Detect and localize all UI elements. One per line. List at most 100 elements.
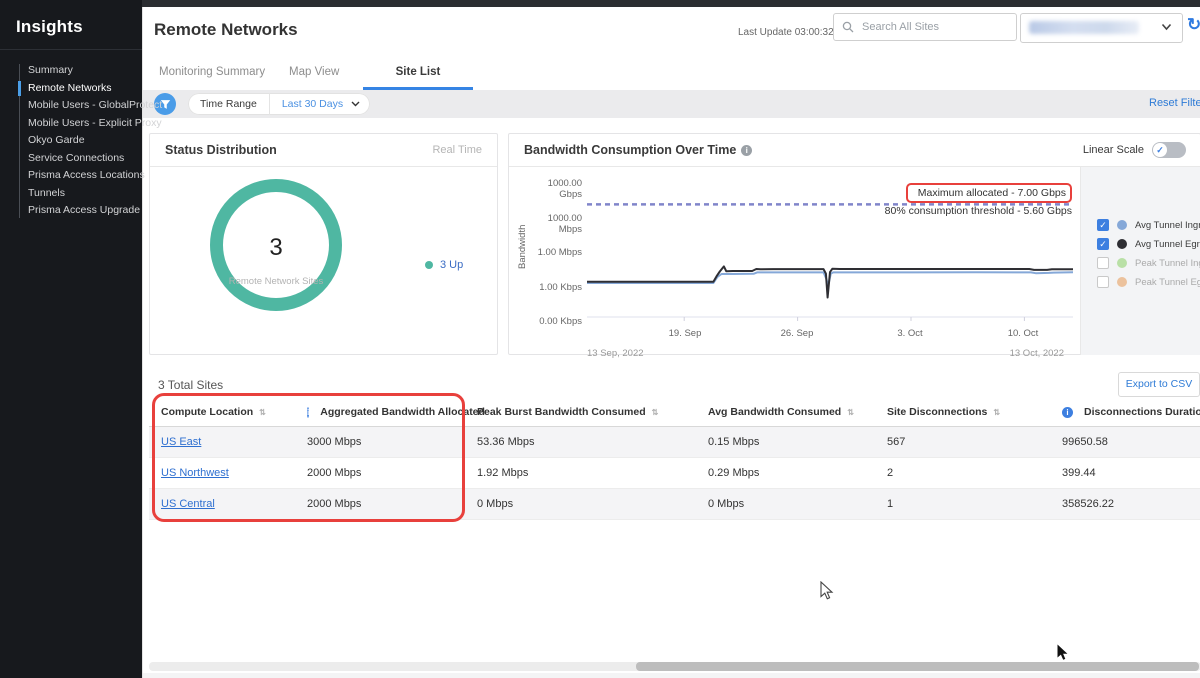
- cell-allocated: 2000 Mbps: [307, 467, 477, 479]
- status-card-title: Status Distribution: [165, 143, 277, 157]
- y-tick-3: 1.00 Kbps: [527, 282, 582, 293]
- sidebar-divider: [0, 49, 142, 50]
- sidebar-item-tunnels[interactable]: Tunnels: [0, 185, 142, 203]
- tenant-selector-blurred-value: [1029, 21, 1139, 34]
- chevron-down-icon: [351, 101, 370, 107]
- app-root: Insights Summary Remote Networks Mobile …: [0, 0, 1200, 678]
- search-icon: [842, 21, 854, 33]
- legend-item-peak-tunnel-egress[interactable]: Peak Tunnel Egress: [1097, 276, 1200, 288]
- sidebar: Insights Summary Remote Networks Mobile …: [0, 0, 142, 678]
- chevron-down-icon: [1161, 23, 1172, 31]
- legend-label-0: Avg Tunnel Ingress: [1135, 220, 1200, 231]
- info-icon[interactable]: i: [1062, 407, 1073, 418]
- y-tick-1: 1000.00 Mbps: [527, 213, 582, 235]
- refresh-icon[interactable]: ↻: [1187, 15, 1200, 35]
- site-link-us-east[interactable]: US East: [161, 436, 201, 448]
- legend-dot-2: [1117, 258, 1127, 268]
- sidebar-item-summary[interactable]: Summary: [0, 62, 142, 80]
- col-aggregated-bandwidth-allocated[interactable]: iAggregated Bandwidth Allocated: [307, 406, 477, 418]
- cell-disconnections: 2: [887, 467, 1062, 479]
- main-content: Remote Networks Last Update 03:00:32 PM …: [142, 7, 1200, 678]
- cell-peak-burst: 1.92 Mbps: [477, 467, 708, 479]
- legend-label-3: Peak Tunnel Egress: [1135, 277, 1200, 288]
- legend-checkbox-1[interactable]: ✓: [1097, 238, 1109, 250]
- sidebar-item-okyo-garde[interactable]: Okyo Garde: [0, 132, 142, 150]
- tab-site-list[interactable]: Site List: [363, 55, 473, 90]
- y-tick-0: 1000.00 Gbps: [527, 178, 582, 200]
- time-range-label: Time Range: [188, 98, 269, 110]
- cell-peak-burst: 53.36 Mbps: [477, 436, 708, 448]
- table-row: US East 3000 Mbps 53.36 Mbps 0.15 Mbps 5…: [149, 427, 1200, 458]
- info-icon[interactable]: i: [307, 407, 309, 418]
- bandwidth-card-header: Bandwidth Consumption Over Timei Linear …: [509, 134, 1200, 167]
- time-range-value[interactable]: Last 30 Days: [270, 98, 351, 110]
- legend-checkbox-0[interactable]: ✓: [1097, 219, 1109, 231]
- legend-item-peak-tunnel-ingress[interactable]: Peak Tunnel Ingress: [1097, 257, 1200, 269]
- search-input[interactable]: [860, 20, 1004, 34]
- filter-bar: Time Range Last 30 Days Reset Filters: [143, 90, 1200, 118]
- status-legend-label: 3 Up: [440, 259, 463, 271]
- legend-dot-1: [1117, 239, 1127, 249]
- tenant-selector[interactable]: [1020, 13, 1183, 43]
- threshold-annotation: 80% consumption threshold - 5.60 Gbps: [885, 205, 1072, 217]
- legend-item-avg-tunnel-ingress[interactable]: ✓ Avg Tunnel Ingress: [1097, 219, 1200, 231]
- legend-checkbox-3[interactable]: [1097, 276, 1109, 288]
- cell-avg-consumed: 0.29 Mbps: [708, 467, 887, 479]
- site-link-us-central[interactable]: US Central: [161, 498, 215, 510]
- table-header-row: Compute Location⇅ iAggregated Bandwidth …: [149, 398, 1200, 427]
- sort-icon[interactable]: ⇅: [259, 408, 265, 417]
- col-site-disconnections[interactable]: Site Disconnections⇅: [887, 406, 1062, 418]
- site-link-us-northwest[interactable]: US Northwest: [161, 467, 229, 479]
- cell-allocated: 3000 Mbps: [307, 436, 477, 448]
- sidebar-item-mobile-users-globalprotect[interactable]: Mobile Users - GlobalProtect: [0, 97, 142, 115]
- info-icon[interactable]: i: [741, 145, 752, 156]
- cell-allocated: 2000 Mbps: [307, 498, 477, 510]
- tab-map-view[interactable]: Map View: [289, 55, 339, 90]
- sidebar-nav: Summary Remote Networks Mobile Users - G…: [0, 62, 142, 220]
- total-sites-label: 3 Total Sites: [158, 378, 223, 392]
- horizontal-scrollbar-track[interactable]: [149, 662, 1200, 671]
- cell-peak-burst: 0 Mbps: [477, 498, 708, 510]
- window-top-strip: [0, 0, 1200, 7]
- sidebar-item-service-connections[interactable]: Service Connections: [0, 150, 142, 168]
- x-tick-2: 3. Oct: [897, 328, 922, 339]
- x-range-start: 13 Sep, 2022: [587, 348, 644, 359]
- search-box[interactable]: [833, 13, 1017, 41]
- sort-icon[interactable]: ⇅: [652, 408, 658, 417]
- y-tick-4: 0.00 Kbps: [527, 316, 582, 327]
- col-compute-location[interactable]: Compute Location⇅: [161, 406, 307, 418]
- col-peak-burst-bandwidth-consumed[interactable]: Peak Burst Bandwidth Consumed⇅: [477, 406, 708, 418]
- bandwidth-card-title: Bandwidth Consumption Over Timei: [524, 143, 752, 157]
- bandwidth-card: Bandwidth Consumption Over Timei Linear …: [508, 133, 1200, 355]
- toggle-knob: ✓: [1153, 143, 1167, 157]
- time-range-pill[interactable]: Time Range Last 30 Days: [188, 93, 370, 115]
- x-tick-0: 19. Sep: [669, 328, 702, 339]
- sidebar-item-remote-networks[interactable]: Remote Networks: [0, 80, 142, 98]
- y-axis-title: Bandwidth: [517, 225, 528, 269]
- legend-label-1: Avg Tunnel Egress: [1135, 239, 1200, 250]
- cell-disconnections: 567: [887, 436, 1062, 448]
- legend-checkbox-2[interactable]: [1097, 257, 1109, 269]
- legend-item-avg-tunnel-egress[interactable]: ✓ Avg Tunnel Egress: [1097, 238, 1200, 250]
- sidebar-item-prisma-access-upgrade[interactable]: Prisma Access Upgrade: [0, 202, 142, 220]
- table-row: US Northwest 2000 Mbps 1.92 Mbps 0.29 Mb…: [149, 458, 1200, 489]
- sidebar-item-mobile-users-explicit-proxy[interactable]: Mobile Users - Explicit Proxy: [0, 115, 142, 133]
- sort-icon[interactable]: ⇅: [993, 408, 999, 417]
- sort-icon[interactable]: ⇅: [847, 408, 853, 417]
- reset-filters-link[interactable]: Reset Filters: [1149, 97, 1200, 109]
- status-legend-dot: [425, 261, 433, 269]
- col-disconnections-duration[interactable]: iDisconnections Duration: [1062, 406, 1200, 418]
- linear-scale-toggle[interactable]: ✓: [1152, 142, 1186, 158]
- sidebar-title: Insights: [16, 17, 83, 37]
- status-card-header: Status Distribution Real Time: [150, 134, 497, 167]
- x-tick-1: 26. Sep: [781, 328, 814, 339]
- cell-duration: 358526.22: [1062, 498, 1200, 510]
- status-legend-item[interactable]: 3 Up: [425, 259, 463, 271]
- horizontal-scrollbar-thumb[interactable]: [636, 662, 1199, 671]
- sidebar-item-prisma-access-locations[interactable]: Prisma Access Locations: [0, 167, 142, 185]
- col-avg-bandwidth-consumed[interactable]: Avg Bandwidth Consumed⇅: [708, 406, 887, 418]
- tab-monitoring-summary[interactable]: Monitoring Summary: [159, 55, 265, 90]
- linear-scale-label: Linear Scale: [1083, 144, 1144, 156]
- export-to-csv-button[interactable]: Export to CSV: [1118, 372, 1200, 397]
- sites-table: Compute Location⇅ iAggregated Bandwidth …: [149, 398, 1200, 520]
